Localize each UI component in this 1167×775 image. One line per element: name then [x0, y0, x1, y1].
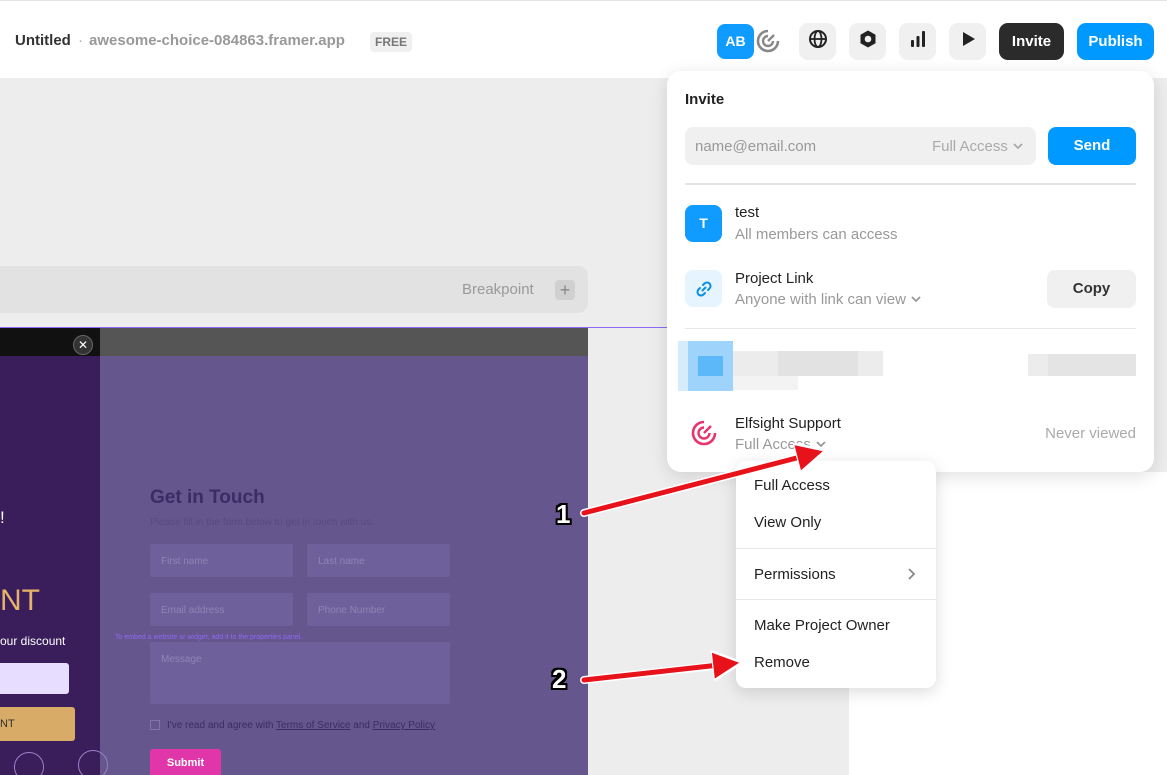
analytics-button[interactable]: [899, 23, 936, 60]
agree-text: I've read and agree with Terms of Servic…: [167, 720, 435, 731]
form-title: Get in Touch: [150, 487, 265, 508]
phone-field[interactable]: Phone Number: [307, 593, 450, 626]
popup-decoration: [78, 750, 108, 775]
chevron-right-icon: [906, 567, 916, 586]
settings-button[interactable]: [849, 23, 886, 60]
add-breakpoint-button[interactable]: +: [555, 280, 575, 300]
link-icon: [685, 270, 722, 307]
arrow-2: [580, 660, 736, 684]
member-name: test: [735, 204, 760, 221]
email-field[interactable]: Email address: [150, 593, 293, 626]
copy-link-button[interactable]: Copy: [1047, 270, 1136, 308]
globe-button[interactable]: [799, 23, 836, 60]
plan-badge: FREE: [370, 32, 413, 52]
agree-prefix: I've read and agree with: [167, 720, 277, 731]
access-select[interactable]: Full Access: [932, 138, 1024, 155]
divider: [685, 328, 1136, 329]
member-access: All members can access: [735, 226, 898, 243]
publish-button[interactable]: Publish: [1077, 23, 1154, 60]
member-avatar: T: [685, 205, 722, 242]
globe-icon: [808, 29, 828, 54]
chevron-down-icon: [910, 291, 922, 308]
invite-panel: Invite name@email.com Full Access Send T…: [667, 71, 1154, 472]
popup-headline: !: [0, 508, 5, 527]
terms-link[interactable]: Terms of Service: [276, 720, 350, 731]
project-url[interactable]: awesome-choice-084863.framer.app: [89, 32, 345, 49]
chevron-down-icon: [815, 436, 827, 453]
access-select-label: Full Access: [931, 138, 1008, 155]
menu-item-remove[interactable]: Remove: [754, 654, 810, 671]
menu-item-full-access[interactable]: Full Access: [754, 477, 830, 494]
agree-checkbox[interactable]: [150, 720, 160, 730]
send-button[interactable]: Send: [1048, 127, 1136, 165]
popup-close-icon[interactable]: ✕: [73, 335, 93, 355]
form-subtitle: Please fill in the form below to get in …: [150, 517, 375, 528]
popup-decoration: [14, 752, 44, 775]
member-status: Never viewed: [1045, 425, 1136, 442]
page-frame[interactable]: ✕ ! NT our discount NT Get in Touch Plea…: [0, 328, 588, 775]
user-avatar[interactable]: AB: [717, 24, 754, 59]
email-placeholder: name@email.com: [695, 138, 817, 155]
member-name: Elfsight Support: [735, 415, 841, 432]
first-name-field[interactable]: First name: [150, 544, 293, 577]
submit-button[interactable]: Submit: [150, 749, 221, 775]
message-field[interactable]: Message: [150, 642, 450, 704]
project-link-title: Project Link: [735, 270, 814, 287]
preview-button[interactable]: [949, 23, 986, 60]
title-separator: ·: [78, 32, 83, 49]
agree-and: and: [350, 720, 373, 731]
play-icon: [959, 30, 977, 53]
privacy-link[interactable]: Privacy Policy: [373, 720, 435, 731]
embed-hint: To embed a website or widget, add it to …: [115, 634, 303, 641]
link-permission-label: Anyone with link can view: [735, 291, 906, 308]
annotation-label-1: 1: [556, 499, 571, 529]
elfsight-logo-icon: [685, 414, 722, 451]
menu-item-permissions[interactable]: Permissions: [754, 566, 836, 583]
popup-cta-button[interactable]: NT: [0, 707, 75, 741]
invite-panel-title: Invite: [685, 91, 725, 108]
popup-big-text: NT: [0, 584, 40, 617]
menu-separator: [736, 599, 936, 600]
member-access-select[interactable]: Full Access: [735, 436, 827, 453]
popup-widget[interactable]: ✕ ! NT our discount NT: [0, 328, 108, 775]
top-bar: Untitled · awesome-choice-084863.framer.…: [0, 0, 1167, 78]
hexagon-icon: [858, 29, 878, 54]
last-name-field[interactable]: Last name: [307, 544, 450, 577]
divider: [685, 183, 1136, 185]
invite-button[interactable]: Invite: [999, 23, 1064, 60]
link-permission-select[interactable]: Anyone with link can view: [735, 291, 922, 308]
redacted-member-row: [678, 341, 1138, 391]
popup-discount-text: our discount: [0, 634, 66, 648]
menu-separator: [736, 548, 936, 549]
menu-item-make-owner[interactable]: Make Project Owner: [754, 617, 890, 634]
analytics-icon: [908, 29, 928, 54]
popup-email-input[interactable]: [0, 663, 69, 694]
annotation-label-2: 2: [552, 664, 567, 694]
arrow-2-core: [581, 664, 728, 683]
project-title[interactable]: Untitled: [15, 32, 71, 49]
menu-item-view-only[interactable]: View Only: [754, 514, 821, 531]
member-access-label: Full Access: [735, 436, 811, 453]
breakpoint-label[interactable]: Breakpoint: [462, 281, 534, 298]
access-dropdown-menu: Full Access View Only Permissions Make P…: [736, 461, 936, 688]
chevron-down-icon: [1012, 138, 1024, 155]
elfsight-avatar-icon[interactable]: [754, 27, 782, 55]
invite-email-input[interactable]: name@email.com Full Access: [685, 127, 1036, 165]
